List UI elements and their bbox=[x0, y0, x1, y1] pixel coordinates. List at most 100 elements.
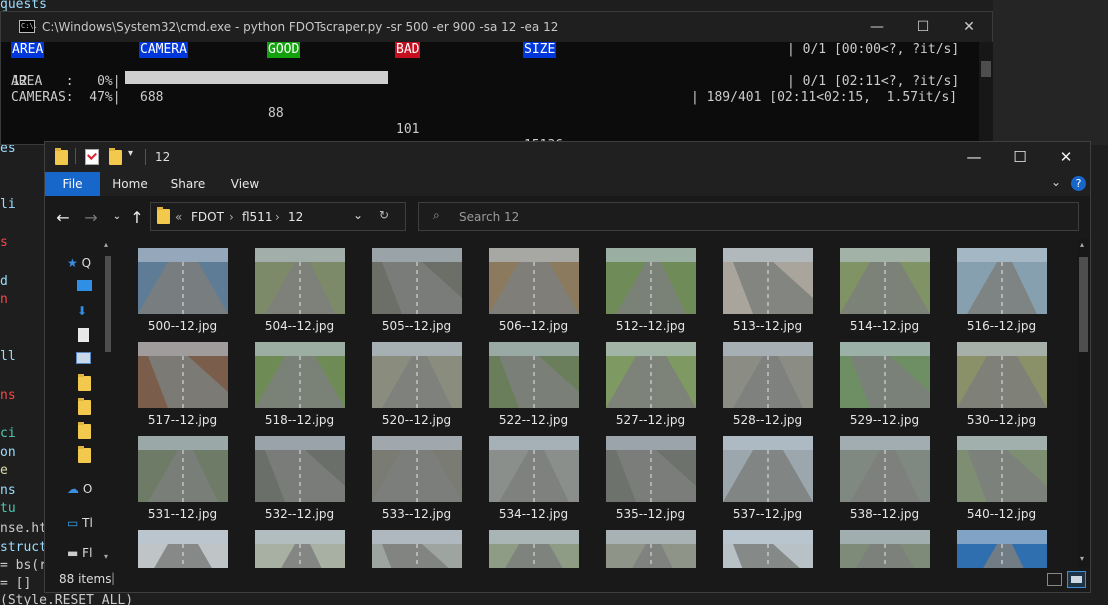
file-item[interactable] bbox=[943, 530, 1060, 568]
maximize-button[interactable]: ☐ bbox=[997, 142, 1043, 172]
tab-view[interactable]: View bbox=[220, 172, 270, 196]
file-item[interactable]: 527--12.jpg bbox=[592, 342, 709, 434]
camera-scene-graphic bbox=[138, 248, 228, 314]
file-item[interactable]: 531--12.jpg bbox=[124, 436, 241, 528]
refresh-icon[interactable]: ↻ bbox=[379, 208, 389, 222]
tab-file[interactable]: File bbox=[45, 172, 100, 196]
editor-line: ns bbox=[0, 388, 16, 403]
cmd-scrollbar[interactable] bbox=[979, 42, 993, 146]
file-item[interactable]: 532--12.jpg bbox=[241, 436, 358, 528]
nav-scroll-thumb[interactable] bbox=[105, 256, 111, 352]
expand-ribbon-icon[interactable]: ⌄ bbox=[1051, 175, 1061, 189]
pictures-item[interactable] bbox=[67, 352, 107, 372]
file-item[interactable] bbox=[709, 530, 826, 568]
outer-progress-text: | 0/1 [00:00<?, ?it/s] bbox=[787, 42, 960, 57]
file-item[interactable]: 514--12.jpg bbox=[826, 248, 943, 340]
file-item[interactable] bbox=[592, 530, 709, 568]
file-item[interactable]: 518--12.jpg bbox=[241, 342, 358, 434]
close-button[interactable]: ✕ bbox=[946, 12, 992, 42]
file-name: 537--12.jpg bbox=[732, 507, 803, 521]
folder-item[interactable] bbox=[67, 446, 107, 468]
desktop-item[interactable] bbox=[67, 280, 107, 300]
file-item[interactable]: 522--12.jpg bbox=[475, 342, 592, 434]
file-item[interactable] bbox=[124, 530, 241, 568]
address-bar[interactable]: « FDOT › fl511 › 12 ⌄ ↻ bbox=[150, 202, 406, 231]
file-name: 532--12.jpg bbox=[264, 507, 335, 521]
maximize-button[interactable]: ☐ bbox=[900, 12, 946, 42]
documents-item[interactable] bbox=[67, 328, 107, 348]
breadcrumb-overflow[interactable]: « bbox=[175, 210, 182, 224]
large-icons-view-icon[interactable] bbox=[1067, 571, 1086, 588]
file-item[interactable]: 512--12.jpg bbox=[592, 248, 709, 340]
content-scrollbar[interactable]: ▴ ▾ bbox=[1077, 238, 1090, 568]
cmd-window[interactable]: C:\. C:\Windows\System32\cmd.exe - pytho… bbox=[0, 11, 993, 153]
file-item[interactable]: 500--12.jpg bbox=[124, 248, 241, 340]
file-item[interactable]: 513--12.jpg bbox=[709, 248, 826, 340]
breadcrumb-fl511[interactable]: fl511 bbox=[242, 210, 272, 224]
scroll-up-icon[interactable]: ▴ bbox=[104, 240, 108, 249]
file-item[interactable]: 534--12.jpg bbox=[475, 436, 592, 528]
this-pc-item[interactable]: ▭ Tl bbox=[67, 516, 107, 536]
file-item[interactable]: 520--12.jpg bbox=[358, 342, 475, 434]
quick-access-item[interactable]: ★ Q bbox=[67, 256, 107, 276]
breadcrumb-fdot[interactable]: FDOT bbox=[191, 210, 224, 224]
breadcrumb-12[interactable]: 12 bbox=[288, 210, 303, 224]
recent-locations-icon[interactable]: ⌄ bbox=[107, 211, 127, 222]
file-item[interactable]: 537--12.jpg bbox=[709, 436, 826, 528]
details-view-icon[interactable] bbox=[1047, 573, 1062, 586]
search-box[interactable]: ⌕ Search 12 bbox=[418, 202, 1079, 231]
back-arrow-icon[interactable]: ← bbox=[53, 208, 73, 227]
folder-item[interactable] bbox=[67, 374, 107, 396]
file-item[interactable]: 504--12.jpg bbox=[241, 248, 358, 340]
file-item[interactable]: 538--12.jpg bbox=[826, 436, 943, 528]
cmd-title-bar[interactable]: C:\. C:\Windows\System32\cmd.exe - pytho… bbox=[1, 12, 992, 42]
tab-share[interactable]: Share bbox=[163, 172, 213, 196]
tab-home[interactable]: Home bbox=[105, 172, 155, 196]
file-explorer-window[interactable]: ▾ 12 — ☐ ✕ File Home Share View ⌄ ? ← → … bbox=[44, 141, 1091, 593]
minimize-button[interactable]: — bbox=[854, 12, 900, 42]
minimize-button[interactable]: — bbox=[951, 142, 997, 172]
file-item[interactable]: 528--12.jpg bbox=[709, 342, 826, 434]
file-item[interactable]: 535--12.jpg bbox=[592, 436, 709, 528]
file-grid: 500--12.jpg 504--12.jpg 505--12.jpg 506--12… bbox=[117, 238, 1077, 568]
camera-scene-graphic bbox=[606, 436, 696, 502]
forward-arrow-icon[interactable]: → bbox=[81, 208, 101, 227]
file-item[interactable] bbox=[358, 530, 475, 568]
address-dropdown-icon[interactable]: ⌄ bbox=[353, 208, 363, 222]
folder-item[interactable] bbox=[67, 422, 107, 444]
network-item[interactable]: ▬ Fl bbox=[67, 546, 107, 566]
new-folder-icon[interactable] bbox=[109, 148, 122, 165]
chevron-down-icon[interactable]: ▾ bbox=[128, 148, 133, 159]
file-item[interactable]: 516--12.jpg bbox=[943, 248, 1060, 340]
image-thumbnail bbox=[372, 530, 462, 568]
file-item[interactable]: 505--12.jpg bbox=[358, 248, 475, 340]
scroll-down-icon[interactable]: ▾ bbox=[1080, 554, 1084, 563]
explorer-title-bar[interactable]: ▾ 12 — ☐ ✕ bbox=[45, 142, 1090, 172]
file-item[interactable]: 517--12.jpg bbox=[124, 342, 241, 434]
camera-scene-graphic bbox=[957, 530, 1047, 568]
file-item[interactable]: 529--12.jpg bbox=[826, 342, 943, 434]
close-button[interactable]: ✕ bbox=[1043, 142, 1089, 172]
content-scroll-thumb[interactable] bbox=[1079, 257, 1088, 352]
header-camera: CAMERA bbox=[139, 42, 188, 58]
nav-scrollbar[interactable]: ▴ ▾ bbox=[103, 240, 113, 566]
onedrive-item[interactable]: ☁ O bbox=[67, 482, 107, 502]
folder-item[interactable] bbox=[67, 398, 107, 420]
file-item[interactable]: 506--12.jpg bbox=[475, 248, 592, 340]
file-item[interactable] bbox=[241, 530, 358, 568]
file-item[interactable]: 533--12.jpg bbox=[358, 436, 475, 528]
file-item[interactable] bbox=[826, 530, 943, 568]
editor-line: ll bbox=[0, 349, 16, 364]
cmd-scroll-thumb[interactable] bbox=[981, 61, 991, 77]
file-item[interactable]: 530--12.jpg bbox=[943, 342, 1060, 434]
image-thumbnail bbox=[255, 436, 345, 502]
scroll-up-icon[interactable]: ▴ bbox=[1080, 240, 1084, 249]
image-thumbnail bbox=[606, 436, 696, 502]
camera-scene-graphic bbox=[957, 248, 1047, 314]
file-item[interactable] bbox=[475, 530, 592, 568]
file-item[interactable]: 540--12.jpg bbox=[943, 436, 1060, 528]
scroll-down-icon[interactable]: ▾ bbox=[104, 552, 108, 561]
properties-icon[interactable] bbox=[85, 149, 99, 165]
up-arrow-icon[interactable]: ↑ bbox=[127, 208, 147, 227]
help-icon[interactable]: ? bbox=[1071, 176, 1086, 191]
